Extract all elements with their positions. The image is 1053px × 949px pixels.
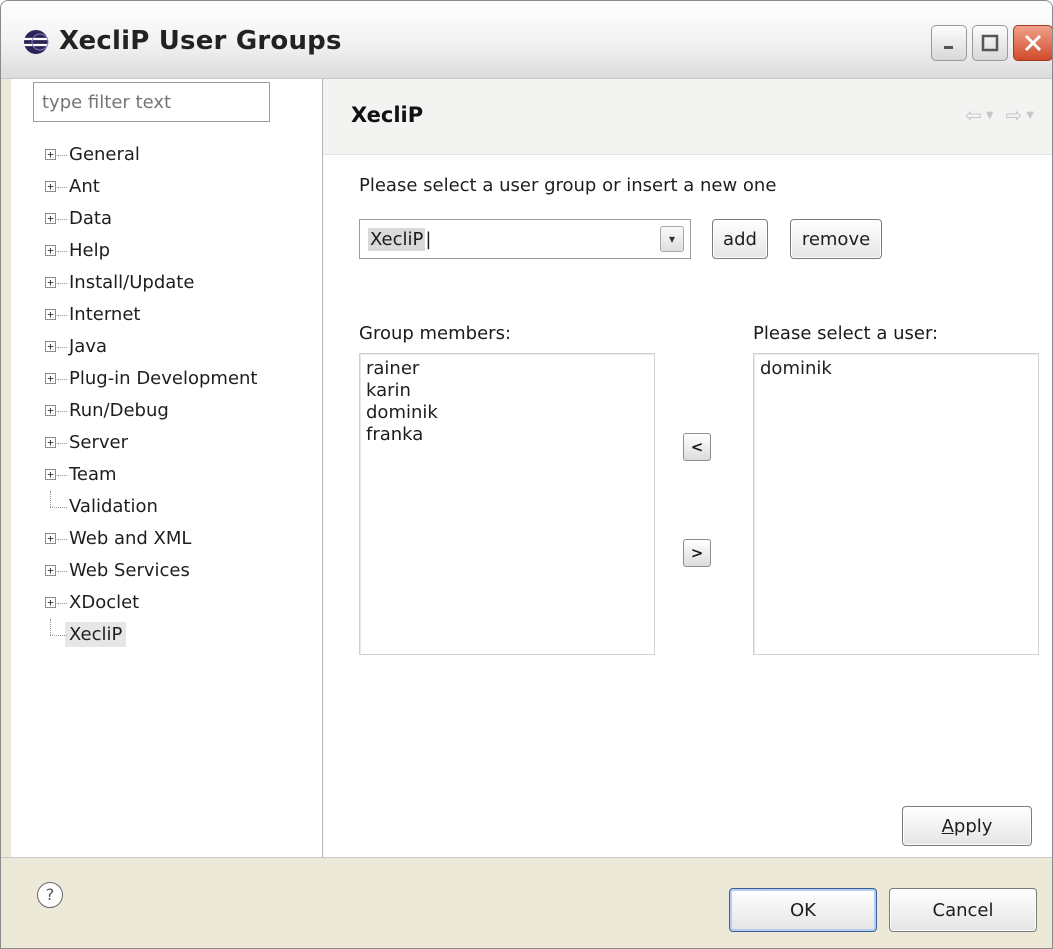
filter-input[interactable] — [33, 82, 270, 122]
tree-item-general[interactable]: + General — [43, 139, 258, 171]
tree-item-plugin-development[interactable]: + Plug-in Development — [43, 363, 258, 395]
remove-group-button[interactable]: remove — [790, 219, 882, 259]
list-item[interactable]: franka — [366, 424, 648, 446]
dialog-footer: ? OK Cancel — [1, 857, 1052, 948]
close-icon — [1024, 34, 1042, 52]
forward-button[interactable]: ⇨ ▼ — [1006, 103, 1034, 127]
tree-item-web-services[interactable]: + Web Services — [43, 555, 258, 587]
group-select-prompt: Please select a user group or insert a n… — [359, 175, 777, 196]
tree-item-internet[interactable]: + Internet — [43, 299, 258, 331]
dropdown-icon[interactable]: ▼ — [1026, 110, 1034, 121]
expand-icon[interactable]: + — [45, 533, 56, 544]
tree-item-server[interactable]: + Server — [43, 427, 258, 459]
tree-item-java[interactable]: + Java — [43, 331, 258, 363]
add-member-button[interactable]: < — [683, 433, 711, 461]
list-item[interactable]: dominik — [366, 402, 648, 424]
back-arrow-icon: ⇦ — [965, 103, 982, 127]
window-title: XecliP User Groups — [59, 26, 342, 56]
user-group-combo-value[interactable]: XecliP — [368, 227, 426, 251]
expand-icon[interactable]: + — [45, 277, 56, 288]
list-item[interactable]: karin — [366, 380, 648, 402]
page-navigation: ⇦ ▼ ⇨ ▼ — [965, 103, 1034, 127]
tree-item-ant[interactable]: + Ant — [43, 171, 258, 203]
minimize-icon — [944, 46, 953, 49]
tree-item-help[interactable]: + Help — [43, 235, 258, 267]
expand-icon[interactable]: + — [45, 469, 56, 480]
user-group-combo[interactable]: XecliP | ▾ — [359, 219, 691, 259]
expand-icon[interactable]: + — [45, 309, 56, 320]
forward-arrow-icon: ⇨ — [1005, 103, 1023, 127]
apply-button[interactable]: Apply — [902, 806, 1032, 846]
chevron-left-icon: < — [690, 438, 704, 456]
preference-tree-pane: +General +Ant +Data +Help +Install/Updat… — [11, 79, 323, 857]
expand-icon[interactable]: + — [45, 437, 56, 448]
minimize-button[interactable] — [931, 25, 967, 61]
select-user-label: Please select a user: — [753, 323, 939, 344]
cancel-button[interactable]: Cancel — [889, 888, 1037, 932]
expand-icon[interactable]: + — [45, 405, 56, 416]
preference-tree: + General + Ant + Data + Help + Install/Updat… — [43, 139, 258, 651]
group-members-label: Group members: — [359, 323, 512, 344]
preferences-dialog: XecliP User Groups +General +Ant +Data +… — [0, 0, 1053, 949]
chevron-down-icon[interactable]: ▾ — [660, 226, 684, 252]
add-group-button[interactable]: add — [712, 219, 768, 259]
expand-icon[interactable]: + — [45, 149, 56, 160]
maximize-icon — [981, 34, 999, 52]
expand-icon[interactable]: + — [45, 181, 56, 192]
eclipse-icon — [24, 30, 49, 54]
tree-item-validation[interactable]: Validation — [43, 491, 258, 523]
expand-icon[interactable]: + — [45, 245, 56, 256]
close-button[interactable] — [1013, 25, 1052, 61]
chevron-right-icon: > — [690, 544, 704, 562]
maximize-button[interactable] — [972, 25, 1008, 61]
back-button[interactable]: ⇦ ▼ — [965, 103, 993, 127]
tree-item-install-update[interactable]: + Install/Update — [43, 267, 258, 299]
preference-page: XecliP ⇦ ▼ ⇨ ▼ Please select a user group … — [323, 79, 1052, 857]
title-bar[interactable]: XecliP User Groups — [1, 1, 1052, 79]
list-item[interactable]: rainer — [366, 358, 648, 380]
tree-item-data[interactable]: + Data — [43, 203, 258, 235]
tree-item-team[interactable]: + Team — [43, 459, 258, 491]
expand-icon[interactable]: + — [45, 341, 56, 352]
help-icon[interactable]: ? — [37, 882, 63, 908]
tree-item-run-debug[interactable]: + Run/Debug — [43, 395, 258, 427]
page-title: XecliP — [351, 103, 424, 127]
list-item[interactable]: dominik — [760, 358, 1032, 380]
dropdown-icon[interactable]: ▼ — [986, 110, 994, 121]
available-users-list[interactable]: dominik — [753, 353, 1039, 655]
tree-item-xdoclet[interactable]: + XDoclet — [43, 587, 258, 619]
group-members-list[interactable]: rainer karin dominik franka — [359, 353, 655, 655]
tree-item-web-and-xml[interactable]: + Web and XML — [43, 523, 258, 555]
page-header: XecliP ⇦ ▼ ⇨ ▼ — [323, 79, 1052, 155]
expand-icon[interactable]: + — [45, 213, 56, 224]
expand-icon[interactable]: + — [45, 565, 56, 576]
tree-item-xeclip[interactable]: XecliP — [43, 619, 258, 651]
expand-icon[interactable]: + — [45, 597, 56, 608]
remove-member-button[interactable]: > — [683, 539, 711, 567]
ok-button[interactable]: OK — [729, 888, 877, 932]
expand-icon[interactable]: + — [45, 373, 56, 384]
